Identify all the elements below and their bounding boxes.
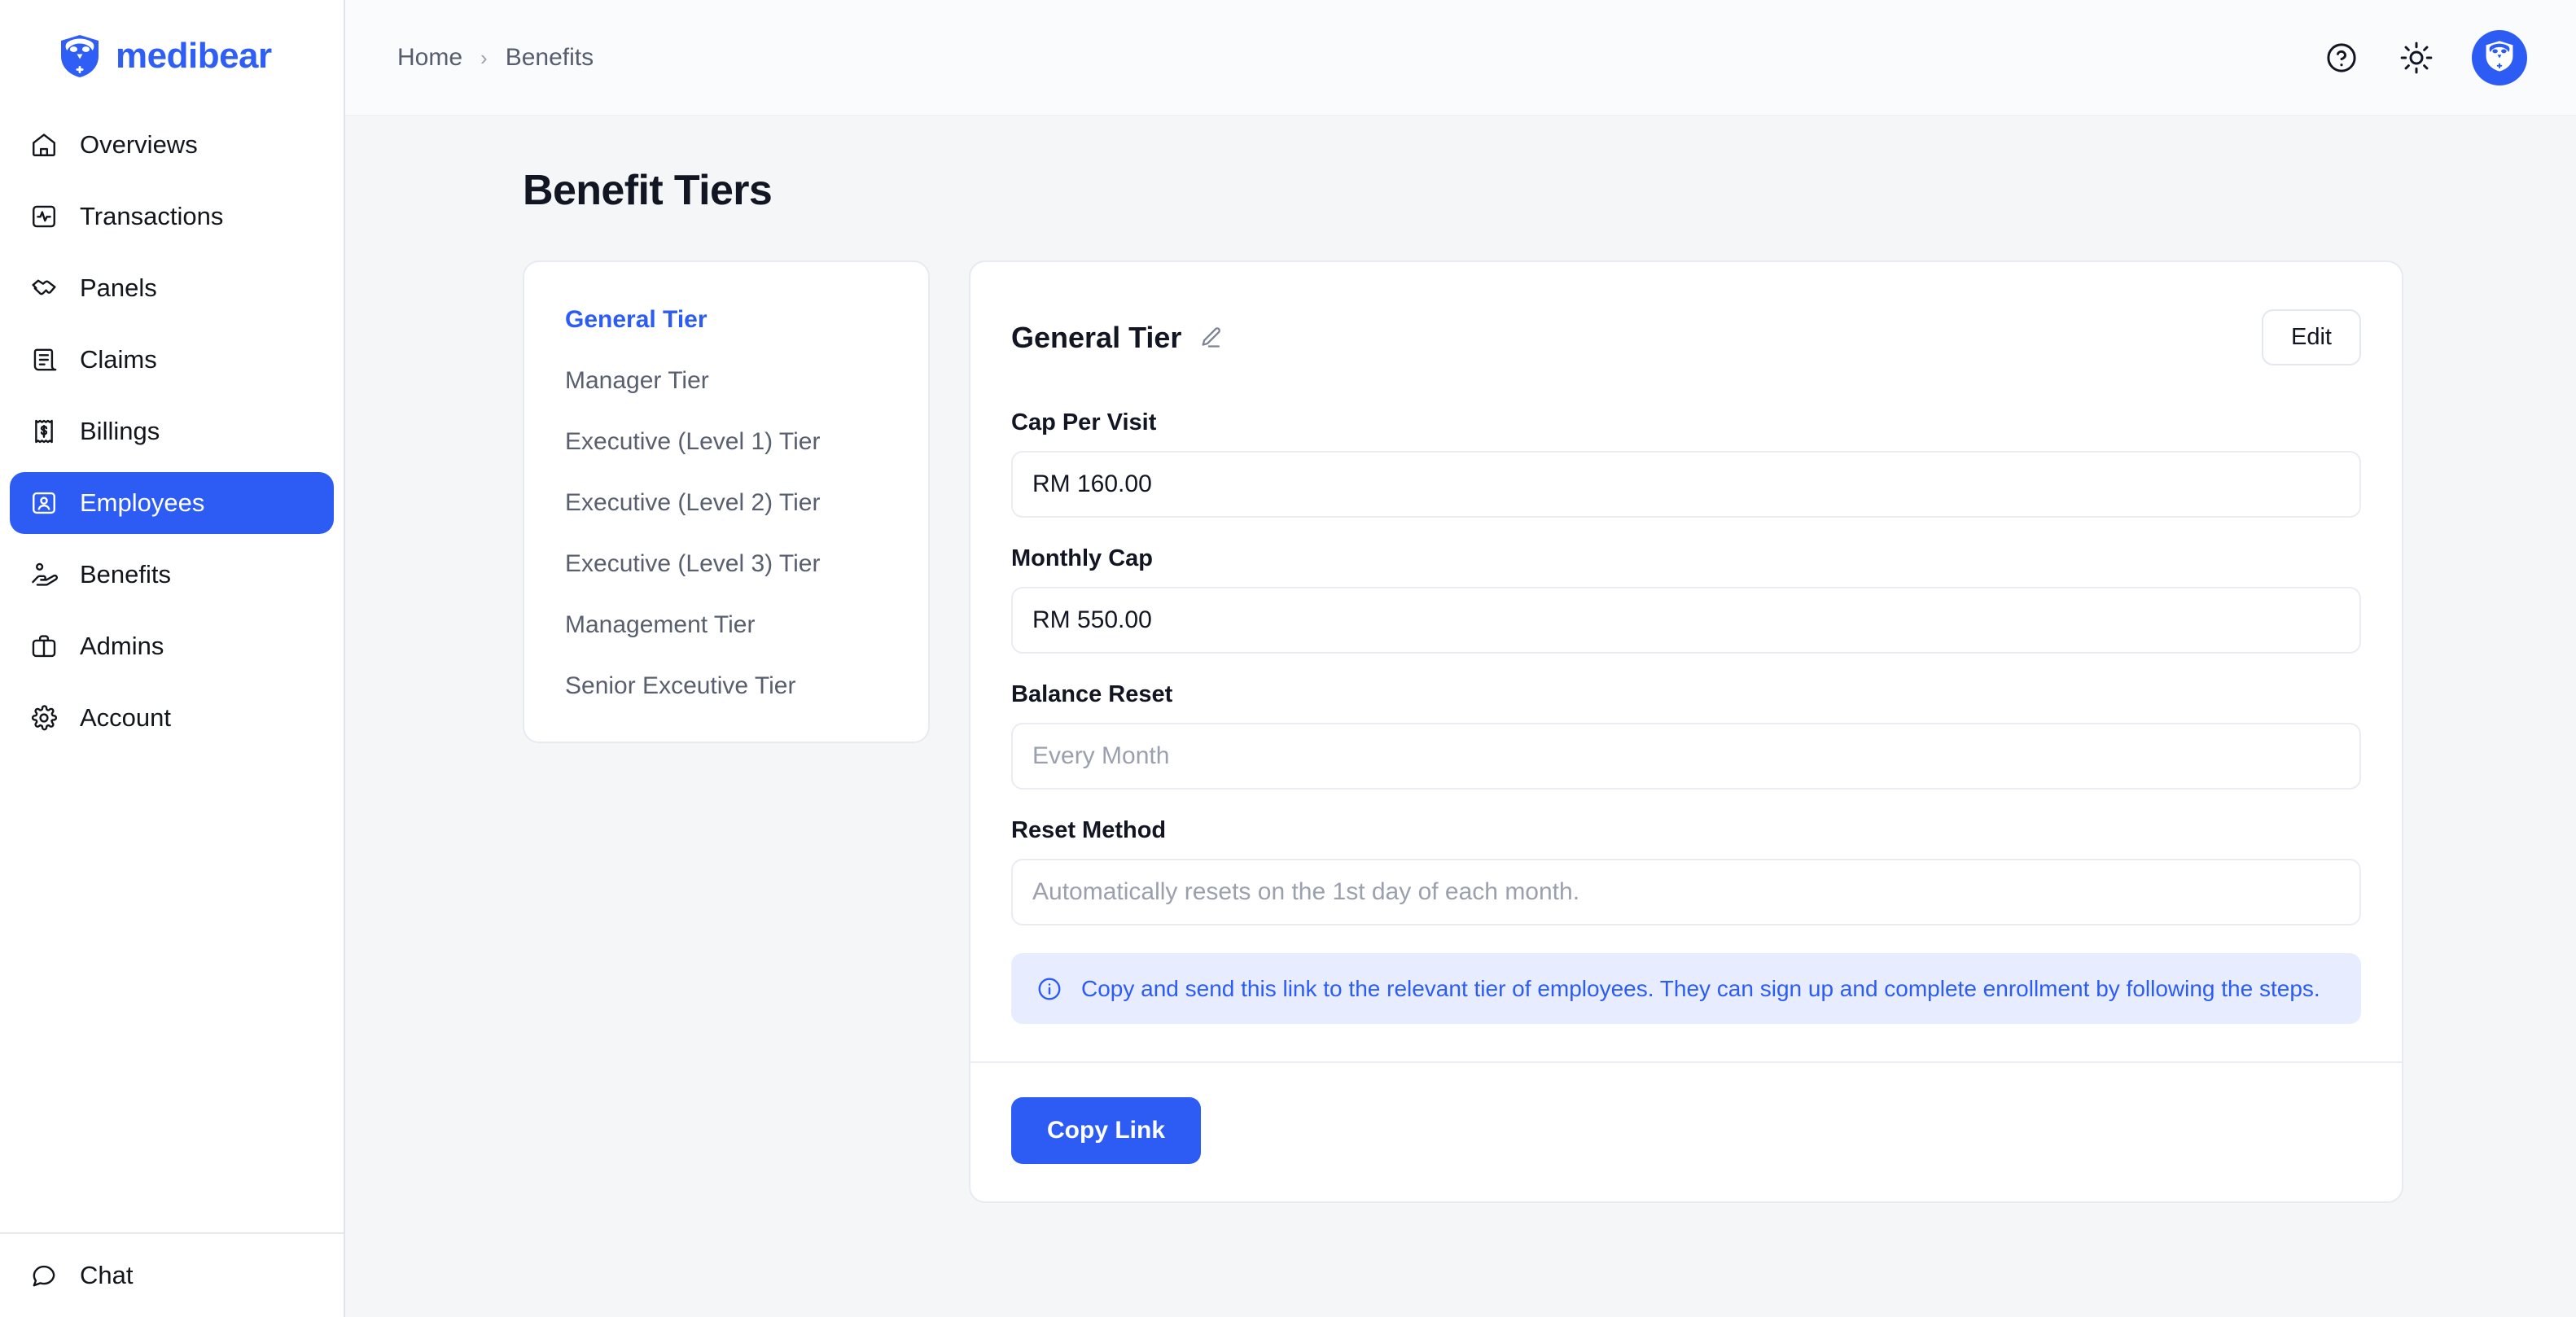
sidebar-item-label: Panels [80,273,157,302]
briefcase-icon [29,632,59,661]
gear-icon [29,703,59,733]
edit-button[interactable]: Edit [2262,309,2361,365]
sidebar-item-label: Employees [80,488,205,517]
sidebar-item-label: Overviews [80,130,198,159]
sidebar-item-account[interactable]: Account [10,687,334,749]
sidebar-item-benefits[interactable]: Benefits [10,544,334,606]
scroll-document-icon [29,345,59,374]
home-icon [29,130,59,160]
field-reset-method: Reset Method [1011,817,2361,925]
sidebar-item-label: Transactions [80,202,224,230]
tier-detail-card: General Tier Edit Cap Per Visit RM 160.0… [969,260,2403,1203]
sidebar-item-overviews[interactable]: Overviews [10,114,334,176]
sidebar: medibear Overviews Transactions Panels C… [0,0,345,1317]
cap-per-visit-input[interactable] [1011,451,2361,518]
help-circle-icon[interactable] [2322,38,2361,77]
sidebar-item-label: Benefits [80,560,172,588]
info-banner-text: Copy and send this link to the relevant … [1081,976,2320,1001]
tier-list-item-senior-executive[interactable]: Senior Exceutive Tier [524,672,928,699]
chat-label: Chat [80,1261,134,1289]
id-card-icon [29,488,59,518]
chat-bubble-icon [29,1261,59,1290]
brand-name: medibear [116,36,272,76]
sun-icon[interactable] [2397,38,2436,77]
handshake-icon [29,273,59,303]
info-circle-icon [1036,975,1063,1003]
sidebar-item-employees[interactable]: Employees [10,472,334,534]
sidebar-item-label: Admins [80,632,164,660]
main-area: Home › Benefits Benefit Tiers General Ti… [345,0,2576,1317]
breadcrumb-item-benefits[interactable]: Benefits [506,44,594,72]
sidebar-item-label: Claims [80,345,157,374]
chevron-right-icon: › [480,45,488,70]
reset-method-input[interactable] [1011,859,2361,925]
topbar-actions [2322,29,2527,85]
sidebar-item-transactions[interactable]: Transactions [10,186,334,247]
field-label: Reset Method [1011,817,1167,843]
bear-shield-avatar-icon [2484,40,2515,75]
field-monthly-cap: Monthly Cap [1011,545,2361,654]
tier-list-item-executive-level-3[interactable]: Executive (Level 3) Tier [524,550,928,577]
sidebar-nav: Overviews Transactions Panels Claims Bil… [0,114,344,749]
tier-list-item-manager[interactable]: Manager Tier [524,367,928,394]
sidebar-item-panels[interactable]: Panels [10,257,334,319]
sidebar-item-billings[interactable]: Billings [10,400,334,462]
tier-list-item-executive-level-1[interactable]: Executive (Level 1) Tier [524,428,928,455]
sidebar-item-claims[interactable]: Claims [10,329,334,391]
hand-heart-icon [29,560,59,589]
monthly-cap-input[interactable] [1011,587,2361,654]
field-label: Monthly Cap [1011,545,1153,571]
page-content: Benefit Tiers General Tier Manager Tier … [345,116,2576,1317]
copy-link-button[interactable]: Copy Link [1011,1097,1202,1164]
tier-detail-body: General Tier Edit Cap Per Visit RM 160.0… [970,262,2402,1061]
tier-detail-title: General Tier [1011,320,1182,354]
tier-list-item-executive-level-2[interactable]: Executive (Level 2) Tier [524,489,928,516]
balance-reset-input[interactable] [1011,723,2361,790]
breadcrumb-item-home[interactable]: Home [397,44,462,72]
bear-shield-logo-icon [59,33,101,79]
panels-row: General Tier Manager Tier Executive (Lev… [345,260,2576,1203]
sidebar-item-admins[interactable]: Admins [10,615,334,677]
field-cap-per-visit: Cap Per Visit [1011,409,2361,518]
topbar: Home › Benefits [345,0,2576,116]
breadcrumb: Home › Benefits [397,44,594,72]
info-banner: Copy and send this link to the relevant … [1011,953,2361,1024]
sidebar-chat-button[interactable]: Chat [0,1232,344,1317]
tier-detail-footer: Copy Link [970,1061,2402,1201]
sidebar-item-label: Billings [80,417,160,445]
brand-logo[interactable]: medibear [0,0,344,91]
activity-monitor-icon [29,202,59,231]
tier-list-card: General Tier Manager Tier Executive (Lev… [523,260,930,743]
tier-list-item-management[interactable]: Management Tier [524,611,928,638]
field-balance-reset: Balance Reset [1011,681,2361,790]
avatar[interactable] [2472,29,2527,85]
field-label: Cap Per Visit [1011,409,1157,435]
pencil-edit-icon[interactable] [1196,323,1225,352]
tier-detail-header: General Tier Edit [1011,309,2361,365]
page-title: Benefit Tiers [523,167,773,214]
app-root: medibear Overviews Transactions Panels C… [0,0,2576,1317]
sidebar-item-label: Account [80,703,172,732]
tier-list-item-general[interactable]: General Tier [524,306,928,333]
field-label: Balance Reset [1011,681,1173,707]
receipt-dollar-icon [29,417,59,446]
